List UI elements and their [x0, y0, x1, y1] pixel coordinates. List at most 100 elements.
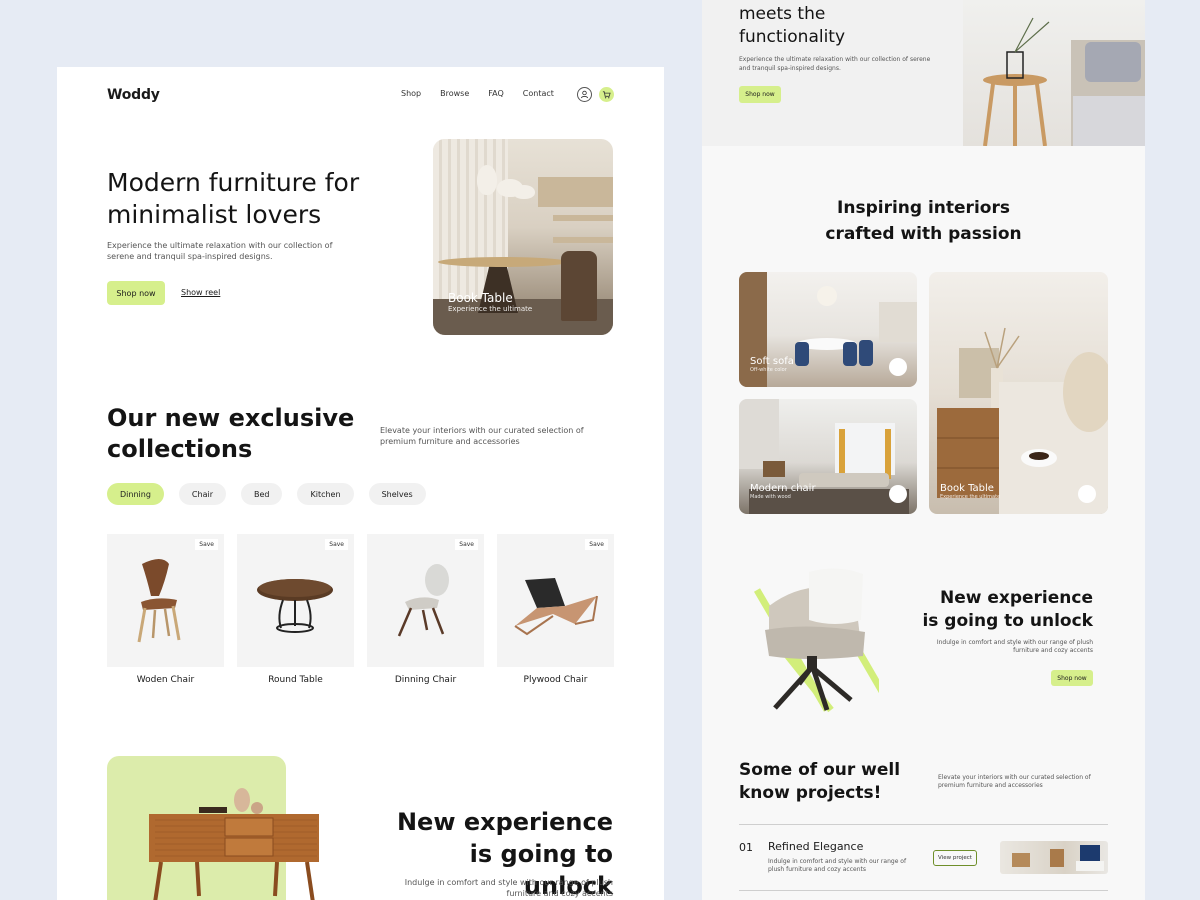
product-card[interactable]: Save Plywood Chair [497, 534, 614, 685]
banner-title-line-2: functionality [739, 27, 846, 47]
product-image: Save [237, 534, 354, 667]
experience-title-line-1: New experience [939, 588, 1093, 608]
save-button[interactable]: Save [325, 539, 348, 550]
collections-title: Our new exclusive collections [107, 404, 355, 463]
room-caption: Modern chair Made with wood [750, 483, 816, 500]
hero-title: Modern furniture for minimalist lovers [107, 168, 360, 229]
product-image: Save [107, 534, 224, 667]
room-open-button[interactable] [889, 358, 907, 376]
save-button[interactable]: Save [455, 539, 478, 550]
product-name: Plywood Chair [523, 675, 588, 685]
project-description: Indulge in comfort and style with our ra… [768, 858, 907, 873]
project-name: Refined Elegance [768, 840, 864, 853]
hero-description: Experience the ultimate relaxation with … [107, 241, 333, 261]
product-name: Round Table [268, 675, 323, 685]
banner-title-line-1: meets the [739, 4, 826, 24]
wall-shelf [553, 237, 613, 243]
armchair-feature-image [739, 560, 891, 720]
room-open-button[interactable] [1078, 485, 1096, 503]
view-project-button[interactable]: View project [933, 850, 977, 866]
experience-description: Indulge in comfort and style with our ra… [404, 878, 613, 898]
nav-contact[interactable]: Contact [523, 89, 554, 98]
product-card[interactable]: Save Round Table [237, 534, 354, 685]
pendant-lamp [477, 165, 497, 195]
filter-shelves[interactable]: Shelves [368, 483, 426, 505]
plywood-chair-illustration [514, 578, 598, 636]
pendant-lamp [513, 185, 535, 199]
wall-shelf [538, 177, 613, 207]
room-open-button[interactable] [889, 485, 907, 503]
landing-page-left: Woddy Shop Browse FAQ Contact Modern fur… [57, 67, 664, 900]
show-reel-link[interactable]: Show reel [181, 288, 220, 297]
banner-shop-now-button[interactable]: Shop now [739, 86, 781, 103]
top-banner: meets the functionality Experience the u… [702, 0, 1145, 146]
bedside-illustration [983, 17, 1145, 146]
nav-shop[interactable]: Shop [401, 89, 421, 98]
experience-shop-now-button[interactable]: Shop now [1051, 670, 1093, 686]
inspiring-title: Inspiring interiors crafted with passion [702, 195, 1145, 247]
projects-description: Elevate your interiors with our curated … [938, 774, 1091, 789]
room-caption: Book Table Experience the ultimate [940, 483, 1000, 500]
shop-now-button[interactable]: Shop now [107, 281, 165, 305]
wooden-chair-illustration [137, 559, 181, 643]
landing-page-right: meets the functionality Experience the u… [702, 0, 1145, 900]
logo[interactable]: Woddy [107, 87, 160, 103]
room-subtitle: Made with wood [750, 494, 791, 500]
filter-dinning[interactable]: Dinning [107, 483, 164, 505]
main-nav: Shop Browse FAQ Contact [401, 89, 554, 98]
wall-shelf [553, 215, 613, 221]
room-card-soft-sofa[interactable]: Soft sofa Off-white color [739, 272, 917, 387]
inspiring-title-line-1: Inspiring interiors [837, 198, 1010, 218]
table-top [438, 257, 568, 267]
banner-title: meets the functionality [739, 3, 845, 49]
sideboard-feature-image [107, 756, 319, 900]
nav-browse[interactable]: Browse [440, 89, 469, 98]
collections-description: Elevate your interiors with our curated … [380, 426, 584, 446]
bedroom-illustration [937, 327, 1108, 514]
save-button[interactable]: Save [195, 539, 218, 550]
experience-description-right: Indulge in comfort and style with our ra… [936, 639, 1093, 654]
filter-bed[interactable]: Bed [240, 483, 283, 505]
room-title: Book Table [940, 483, 994, 494]
cart-icon[interactable] [599, 87, 614, 102]
room-card-modern-chair[interactable]: Modern chair Made with wood [739, 399, 917, 514]
project-thumbnail-illustration [1012, 845, 1104, 871]
product-image: Save [367, 534, 484, 667]
chair [561, 251, 597, 321]
projects-title: Some of our well know projects! [739, 760, 901, 803]
round-table-illustration [257, 579, 333, 633]
category-filters: Dinning Chair Bed Kitchen Shelves [107, 483, 426, 505]
nav-icons [577, 87, 614, 102]
experience-title-right: New experience is going to unlock [902, 587, 1093, 633]
project-number: 01 [739, 841, 753, 854]
product-card[interactable]: Save Woden Chair [107, 534, 224, 685]
divider [739, 890, 1108, 891]
room-caption: Soft sofa Off-white color [750, 356, 794, 373]
filter-kitchen[interactable]: Kitchen [297, 483, 354, 505]
product-name: Dinning Chair [394, 675, 457, 685]
experience-title-line-2: is going to unlock [922, 611, 1093, 631]
hero-card-subtitle: Experience the ultimate [448, 305, 533, 313]
room-subtitle: Experience the ultimate [940, 494, 1001, 500]
divider [739, 824, 1108, 825]
hero-product-card[interactable]: Book Table Experience the ultimate [433, 139, 613, 335]
save-button[interactable]: Save [585, 539, 608, 550]
product-grid: Save Woden Chair Save Round Table Save D… [107, 534, 614, 685]
bedside-table-image [963, 0, 1145, 146]
product-image: Save [497, 534, 614, 667]
room-card-book-table[interactable]: Book Table Experience the ultimate [929, 272, 1108, 514]
hero-card-title: Book Table [448, 291, 513, 305]
armchair-illustration [753, 568, 891, 713]
product-name: Woden Chair [136, 675, 195, 685]
product-card[interactable]: Save Dinning Chair [367, 534, 484, 685]
user-icon[interactable] [577, 87, 592, 102]
filter-chair[interactable]: Chair [178, 483, 226, 505]
dining-chair-illustration [397, 564, 449, 637]
hero-card-caption: Book Table Experience the ultimate [448, 291, 532, 313]
room-title: Modern chair [750, 483, 816, 494]
project-thumbnail[interactable] [1000, 841, 1108, 874]
sideboard-illustration [149, 788, 319, 900]
banner-description: Experience the ultimate relaxation with … [739, 56, 931, 72]
room-title: Soft sofa [750, 356, 794, 367]
nav-faq[interactable]: FAQ [488, 89, 504, 98]
